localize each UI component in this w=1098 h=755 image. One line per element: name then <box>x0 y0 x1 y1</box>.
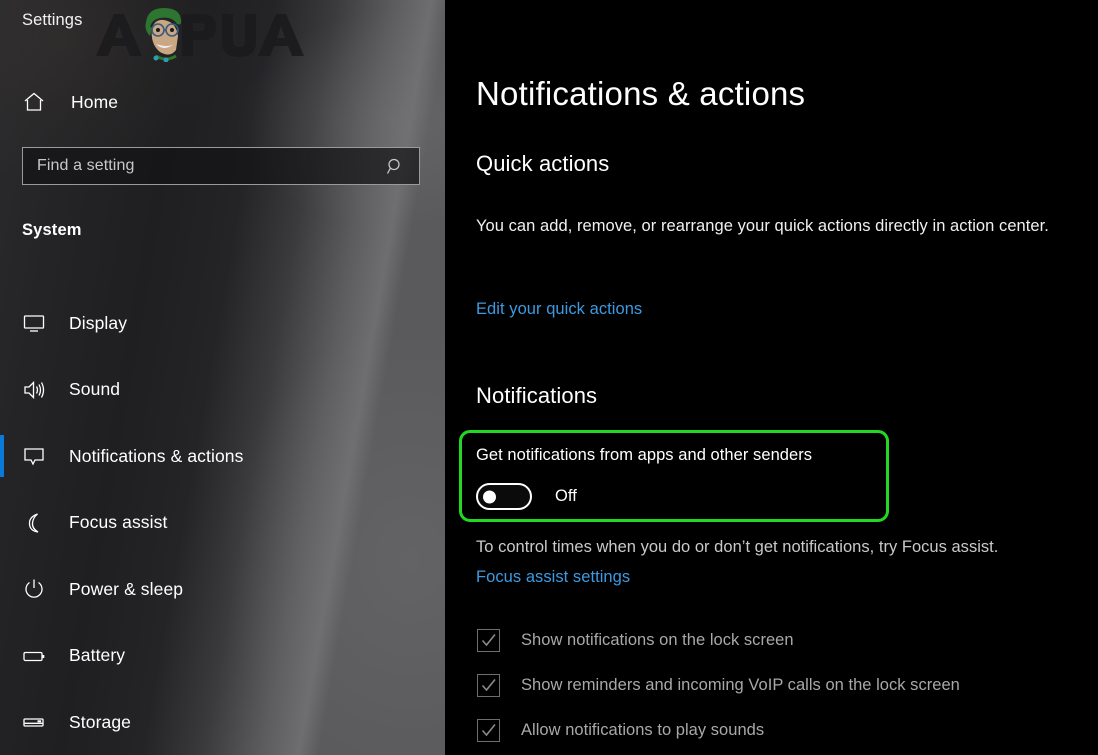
moon-icon <box>21 510 47 536</box>
window-title: Settings <box>22 11 83 29</box>
toggle-knob <box>483 490 496 503</box>
notifications-toggle-row: Off <box>476 483 577 510</box>
notifications-heading: Notifications <box>476 383 598 408</box>
sidebar-item-sound-label: Sound <box>69 379 121 400</box>
quick-actions-description: You can add, remove, or rearrange your q… <box>476 217 1049 235</box>
focus-assist-settings-link[interactable]: Focus assist settings <box>476 568 630 587</box>
notifications-toggle-label: Get notifications from apps and other se… <box>476 446 813 464</box>
sidebar-item-battery-label: Battery <box>69 645 126 666</box>
hard-drive-icon <box>21 709 47 735</box>
sidebar-item-storage-label: Storage <box>69 711 131 732</box>
sidebar-item-notifications-actions-label: Notifications & actions <box>69 445 244 466</box>
sidebar-nav-list: Display Sound Notifications & actions Fo… <box>0 290 445 755</box>
search-icon[interactable] <box>386 157 405 176</box>
checkbox-row-lock-screen[interactable]: Show notifications on the lock screen <box>477 618 1098 663</box>
sidebar-group-title: System <box>22 221 82 239</box>
notifications-toggle-state: Off <box>555 487 577 505</box>
home-icon <box>22 90 46 114</box>
edit-quick-actions-link[interactable]: Edit your quick actions <box>476 300 642 319</box>
checkbox-label: Show notifications on the lock screen <box>521 631 794 649</box>
checkbox-show-reminders-voip[interactable] <box>477 674 500 697</box>
page-title: Notifications & actions <box>476 75 806 112</box>
settings-window: Settings Home Find a setting System Disp… <box>0 0 1098 755</box>
checkbox-row-voip[interactable]: Show reminders and incoming VoIP calls o… <box>477 663 1098 708</box>
appuals-watermark-logo <box>84 4 306 63</box>
sidebar-item-power-sleep-label: Power & sleep <box>69 578 184 599</box>
checkbox-label: Show reminders and incoming VoIP calls o… <box>521 676 960 694</box>
search-placeholder-text: Find a setting <box>37 157 135 174</box>
main-content: Notifications & actions Quick actions Yo… <box>445 0 1098 755</box>
notifications-checkbox-list: Show notifications on the lock screen Sh… <box>477 618 1098 755</box>
sidebar-item-notifications-actions[interactable]: Notifications & actions <box>0 423 445 490</box>
sidebar-item-focus-assist-label: Focus assist <box>69 512 168 533</box>
sidebar-item-home-label: Home <box>71 91 119 112</box>
sidebar-item-sound[interactable]: Sound <box>0 357 445 424</box>
sidebar-item-display[interactable]: Display <box>0 290 445 357</box>
notifications-toggle-switch[interactable] <box>476 483 532 510</box>
monitor-icon <box>21 310 47 336</box>
battery-icon <box>21 643 47 669</box>
speaker-icon <box>21 377 47 403</box>
chat-bubble-icon <box>21 443 47 469</box>
sidebar: Settings Home Find a setting System Disp… <box>0 0 445 755</box>
sidebar-item-display-label: Display <box>69 312 128 333</box>
sidebar-item-power-sleep[interactable]: Power & sleep <box>0 556 445 623</box>
power-icon <box>21 576 47 602</box>
sidebar-item-battery[interactable]: Battery <box>0 623 445 690</box>
checkbox-allow-notifications-play-sounds[interactable] <box>477 719 500 742</box>
sidebar-item-home[interactable]: Home <box>0 82 445 122</box>
sidebar-item-focus-assist[interactable]: Focus assist <box>0 490 445 557</box>
sidebar-item-storage[interactable]: Storage <box>0 689 445 755</box>
selection-indicator <box>0 435 4 477</box>
focus-assist-note: To control times when you do or don’t ge… <box>476 538 999 556</box>
quick-actions-heading: Quick actions <box>476 151 610 176</box>
search-input[interactable]: Find a setting <box>22 147 420 185</box>
checkbox-show-notifications-lock-screen[interactable] <box>477 629 500 652</box>
checkbox-label: Allow notifications to play sounds <box>521 721 765 739</box>
checkbox-row-play-sounds[interactable]: Allow notifications to play sounds <box>477 708 1098 753</box>
